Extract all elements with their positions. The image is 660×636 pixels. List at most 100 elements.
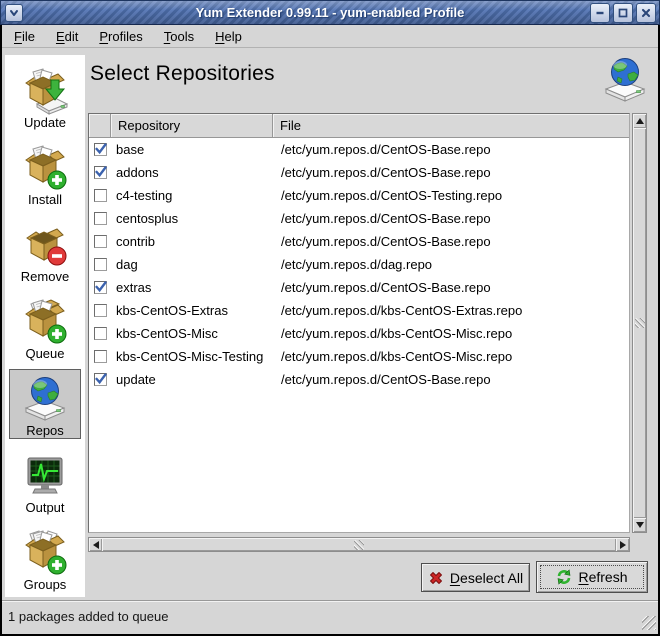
repo-checkbox-checked[interactable] [94, 166, 107, 179]
arrow-left-icon [93, 541, 99, 549]
sidebar-item-update[interactable]: Update [9, 61, 81, 131]
repo-checkbox-unchecked[interactable] [94, 327, 107, 340]
menu-edit[interactable]: Edit [56, 29, 78, 44]
sidebar-item-label: Groups [24, 577, 67, 592]
horizontal-scrollbar-thumb[interactable] [102, 538, 616, 551]
sidebar-item-output[interactable]: Output [9, 446, 81, 516]
repo-table-header: Repository File [89, 114, 629, 138]
repo-checkbox-unchecked[interactable] [94, 235, 107, 248]
resize-grip[interactable] [642, 616, 656, 630]
arrow-right-icon [620, 541, 626, 549]
groups-icon [21, 529, 69, 577]
menu-tools[interactable]: Tools [164, 29, 194, 44]
column-header-checkbox[interactable] [89, 114, 111, 138]
red-x-icon [428, 570, 444, 586]
repo-file-path: /etc/yum.repos.d/dag.repo [273, 257, 629, 272]
repo-checkbox-unchecked[interactable] [94, 304, 107, 317]
scroll-right-button[interactable] [616, 538, 629, 551]
repo-checkbox-unchecked[interactable] [94, 189, 107, 202]
arrow-up-icon [636, 118, 644, 124]
sidebar-item-remove[interactable]: Remove [9, 215, 81, 285]
repo-checkbox-unchecked[interactable] [94, 350, 107, 363]
close-icon [640, 7, 652, 19]
table-row[interactable]: centosplus/etc/yum.repos.d/CentOS-Base.r… [89, 207, 629, 230]
arrow-down-icon [636, 522, 644, 528]
repo-checkbox-checked[interactable] [94, 373, 107, 386]
status-bar: 1 packages added to queue [0, 600, 660, 636]
update-icon [21, 67, 69, 115]
sidebar-item-repos[interactable]: Repos [9, 369, 81, 439]
maximize-icon [617, 7, 629, 19]
repo-checkbox-checked[interactable] [94, 281, 107, 294]
repos-icon [21, 375, 69, 423]
menu-profiles[interactable]: Profiles [99, 29, 142, 44]
window-controls [590, 3, 656, 23]
table-row[interactable]: dag/etc/yum.repos.d/dag.repo [89, 253, 629, 276]
deselect-all-label: Deselect All [450, 570, 523, 586]
column-header-repository[interactable]: Repository [111, 114, 273, 138]
table-row[interactable]: extras/etc/yum.repos.d/CentOS-Base.repo [89, 276, 629, 299]
refresh-button[interactable]: Refresh [536, 561, 648, 593]
sidebar: Update Install Remove Queue Repos Output Group… [5, 55, 85, 597]
scroll-left-button[interactable] [89, 538, 102, 551]
repo-checkbox-unchecked[interactable] [94, 258, 107, 271]
sidebar-item-queue[interactable]: Queue [9, 292, 81, 362]
table-row[interactable]: addons/etc/yum.repos.d/CentOS-Base.repo [89, 161, 629, 184]
repo-name: base [107, 142, 273, 157]
table-row[interactable]: kbs-CentOS-Misc/etc/yum.repos.d/kbs-Cent… [89, 322, 629, 345]
yum-extender-window: Yum Extender 0.99.11 - yum-enabled Profi… [0, 0, 660, 636]
table-row[interactable]: update/etc/yum.repos.d/CentOS-Base.repo [89, 368, 629, 391]
sidebar-item-label: Repos [26, 423, 64, 438]
vertical-scrollbar[interactable] [632, 113, 647, 533]
deselect-all-button[interactable]: Deselect All [421, 563, 530, 592]
horizontal-scrollbar[interactable] [88, 537, 630, 552]
repo-file-path: /etc/yum.repos.d/CentOS-Base.repo [273, 142, 629, 157]
scrollbar-grip [635, 318, 645, 328]
sidebar-item-label: Install [28, 192, 62, 207]
queue-icon [21, 298, 69, 346]
sidebar-item-label: Output [25, 500, 64, 515]
close-button[interactable] [636, 3, 656, 23]
sidebar-item-label: Queue [25, 346, 64, 361]
status-text: 1 packages added to queue [8, 609, 168, 624]
menu-bar: File Edit Profiles Tools Help [0, 25, 660, 48]
table-row[interactable]: kbs-CentOS-Misc-Testing/etc/yum.repos.d/… [89, 345, 629, 368]
repo-file-path: /etc/yum.repos.d/CentOS-Base.repo [273, 165, 629, 180]
minimize-icon [594, 7, 606, 19]
menu-help[interactable]: Help [215, 29, 242, 44]
sidebar-item-label: Update [24, 115, 66, 130]
sidebar-item-groups[interactable]: Groups [9, 523, 81, 593]
vertical-scrollbar-thumb[interactable] [633, 128, 646, 518]
install-icon [21, 144, 69, 192]
column-header-file[interactable]: File [273, 114, 629, 138]
table-row[interactable]: c4-testing/etc/yum.repos.d/CentOS-Testin… [89, 184, 629, 207]
repo-name: update [107, 372, 273, 387]
output-icon [21, 452, 69, 500]
repo-name: kbs-CentOS-Misc-Testing [107, 349, 273, 364]
menu-file[interactable]: File [14, 29, 35, 44]
table-row[interactable]: kbs-CentOS-Extras/etc/yum.repos.d/kbs-Ce… [89, 299, 629, 322]
maximize-button[interactable] [613, 3, 633, 23]
repo-checkbox-unchecked[interactable] [94, 212, 107, 225]
remove-icon [21, 221, 69, 269]
repo-file-path: /etc/yum.repos.d/CentOS-Base.repo [273, 234, 629, 249]
repo-name: kbs-CentOS-Extras [107, 303, 273, 318]
repo-file-path: /etc/yum.repos.d/CentOS-Base.repo [273, 211, 629, 226]
sidebar-item-install[interactable]: Install [9, 138, 81, 208]
repo-file-path: /etc/yum.repos.d/CentOS-Testing.repo [273, 188, 629, 203]
repo-checkbox-checked[interactable] [94, 143, 107, 156]
title-bar[interactable]: Yum Extender 0.99.11 - yum-enabled Profi… [0, 0, 660, 25]
refresh-icon [556, 569, 572, 585]
table-row[interactable]: contrib/etc/yum.repos.d/CentOS-Base.repo [89, 230, 629, 253]
sidebar-item-label: Remove [21, 269, 69, 284]
repo-file-path: /etc/yum.repos.d/kbs-CentOS-Extras.repo [273, 303, 629, 318]
repo-file-path: /etc/yum.repos.d/CentOS-Base.repo [273, 280, 629, 295]
table-row[interactable]: base/etc/yum.repos.d/CentOS-Base.repo [89, 138, 629, 161]
scroll-up-button[interactable] [633, 114, 646, 128]
window-title: Yum Extender 0.99.11 - yum-enabled Profi… [1, 1, 659, 26]
globe-drive-icon [601, 56, 649, 104]
scroll-down-button[interactable] [633, 518, 646, 532]
minimize-button[interactable] [590, 3, 610, 23]
repo-table-body: base/etc/yum.repos.d/CentOS-Base.repoadd… [89, 138, 629, 391]
refresh-label: Refresh [578, 569, 627, 585]
